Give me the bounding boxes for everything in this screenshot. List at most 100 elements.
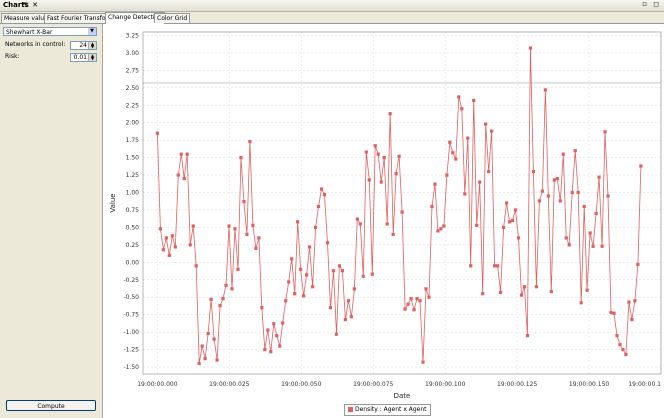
data-point — [537, 199, 541, 203]
data-point — [275, 334, 279, 338]
data-point — [534, 285, 539, 289]
data-point — [493, 264, 497, 268]
y-tick-label: 3.00 — [126, 50, 140, 57]
y-tick-label: 2.50 — [126, 85, 140, 92]
data-point — [594, 211, 598, 216]
data-point — [406, 302, 410, 306]
data-point — [337, 264, 342, 268]
x-tick-label: 19:00:00.1 — [628, 381, 661, 388]
data-point — [293, 292, 297, 296]
data-point — [242, 200, 246, 204]
data-point — [496, 264, 500, 268]
stepper-arrows-icon[interactable]: ▲ ▼ — [88, 54, 96, 61]
data-point — [567, 243, 571, 247]
data-point — [618, 343, 622, 347]
data-point — [552, 178, 556, 182]
x-tick-label: 19:00:00.000 — [137, 381, 177, 388]
data-point — [349, 315, 353, 319]
data-point — [615, 334, 619, 338]
data-point — [364, 150, 368, 154]
data-point — [266, 328, 270, 332]
data-point — [573, 149, 577, 153]
data-point — [597, 175, 601, 179]
data-point — [305, 273, 309, 277]
data-point — [400, 210, 404, 214]
data-point — [469, 264, 473, 268]
data-point — [522, 285, 527, 289]
data-point — [316, 204, 321, 209]
x-tick-label: 19:00:00.100 — [425, 381, 465, 388]
data-point — [287, 280, 291, 284]
data-point — [558, 199, 562, 203]
risk-stepper[interactable]: 0.01 ▲ ▼ — [70, 53, 97, 62]
data-point — [260, 306, 264, 310]
line-chart: 3.25 3.00 2.75 2.50 2.25 2.00 1.75 1.50 1.25 1.00… — [109, 31, 662, 400]
x-tick-label: 19:00:00.050 — [281, 381, 321, 388]
risk-label: Risk: — [5, 53, 20, 60]
data-point — [588, 231, 592, 235]
data-point — [188, 243, 192, 247]
data-point — [200, 344, 204, 348]
data-point — [224, 283, 228, 287]
data-point — [484, 122, 488, 126]
data-point — [290, 257, 294, 261]
data-point — [430, 204, 434, 209]
method-select[interactable]: Shewhart X-Bar ▼ — [3, 27, 97, 36]
data-point — [627, 300, 631, 304]
data-point — [504, 201, 509, 205]
data-point — [206, 331, 210, 336]
data-point — [218, 304, 222, 308]
data-point — [248, 139, 252, 144]
panel-title-buttons[interactable]: ⇱ ✕ — [22, 1, 39, 9]
data-point — [209, 297, 213, 301]
data-point — [516, 236, 521, 240]
data-point — [472, 98, 476, 102]
data-point — [278, 344, 282, 348]
data-point — [582, 204, 586, 209]
data-point — [173, 245, 177, 249]
data-point — [564, 236, 568, 240]
data-point — [463, 192, 467, 196]
data-point — [561, 152, 565, 156]
chevron-down-icon[interactable]: ▼ — [88, 28, 96, 35]
data-point — [203, 357, 207, 361]
y-tick-label: 1.25 — [126, 172, 140, 179]
data-point — [352, 287, 356, 291]
stepper-arrows-icon[interactable]: ▲ ▼ — [88, 42, 96, 49]
data-point — [254, 246, 258, 250]
data-point — [296, 220, 300, 224]
data-point — [379, 180, 383, 184]
data-point — [510, 218, 515, 223]
chart-legend: Density : Agent x Agent — [344, 404, 431, 416]
tab-bar: Measure values Fast Fourier Transform Ch… — [0, 12, 664, 24]
data-point — [490, 129, 494, 133]
data-point — [245, 232, 249, 237]
x-tick-label: 19:00:00.125 — [497, 381, 537, 388]
data-point — [585, 288, 589, 292]
data-point — [576, 190, 580, 195]
data-point — [179, 152, 183, 156]
y-tick-label: 1.00 — [126, 190, 140, 197]
data-point — [328, 306, 333, 310]
data-point — [448, 140, 452, 144]
data-point — [549, 290, 553, 294]
data-point — [475, 223, 479, 227]
compute-button[interactable]: Compute — [6, 400, 96, 411]
panel-window-buttons[interactable]: ▫ ◻ — [642, 0, 661, 8]
y-tick-label: -1.00 — [123, 329, 139, 336]
data-point — [466, 136, 470, 140]
data-point — [487, 169, 491, 174]
data-point — [358, 222, 362, 226]
data-point — [346, 299, 350, 303]
data-point — [418, 299, 422, 303]
y-tick-label: -0.25 — [123, 277, 139, 284]
tab-color-grid[interactable]: Color Grid — [154, 13, 191, 23]
data-point — [263, 347, 267, 352]
networks-value: 24 — [79, 42, 87, 49]
legend-swatch — [348, 407, 353, 412]
legend-label: Density : Agent x Agent — [355, 406, 427, 413]
networks-stepper[interactable]: 24 ▲ ▼ — [70, 41, 97, 50]
data-point — [385, 222, 389, 226]
data-point — [478, 180, 482, 184]
data-point — [284, 299, 288, 303]
